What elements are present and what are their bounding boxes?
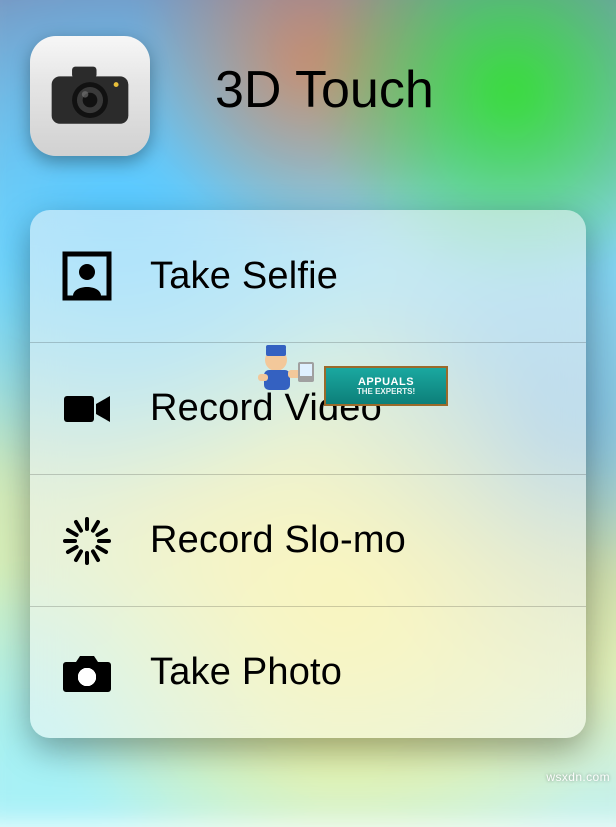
quick-action-label: Record Slo-mo xyxy=(150,519,406,562)
page-title: 3D Touch xyxy=(215,60,596,120)
quick-action-label: Take Photo xyxy=(150,651,342,694)
quick-action-take-selfie[interactable]: Take Selfie xyxy=(30,210,586,342)
slomo-dial-icon xyxy=(58,512,116,570)
photo-camera-icon xyxy=(58,644,116,702)
quick-action-take-photo[interactable]: Take Photo xyxy=(30,606,586,738)
quick-action-label: Record Video xyxy=(150,387,382,430)
video-camera-icon xyxy=(58,380,116,438)
camera-icon xyxy=(49,65,131,127)
camera-app-icon[interactable] xyxy=(30,36,150,156)
quick-action-record-slomo[interactable]: Record Slo-mo xyxy=(30,474,586,606)
quick-action-label: Take Selfie xyxy=(150,255,338,298)
quick-actions-menu: Take Selfie Record Video xyxy=(30,210,586,738)
quick-action-record-video[interactable]: Record Video xyxy=(30,342,586,474)
selfie-frame-icon xyxy=(58,247,116,305)
source-watermark: wsxdn.com xyxy=(546,770,610,784)
